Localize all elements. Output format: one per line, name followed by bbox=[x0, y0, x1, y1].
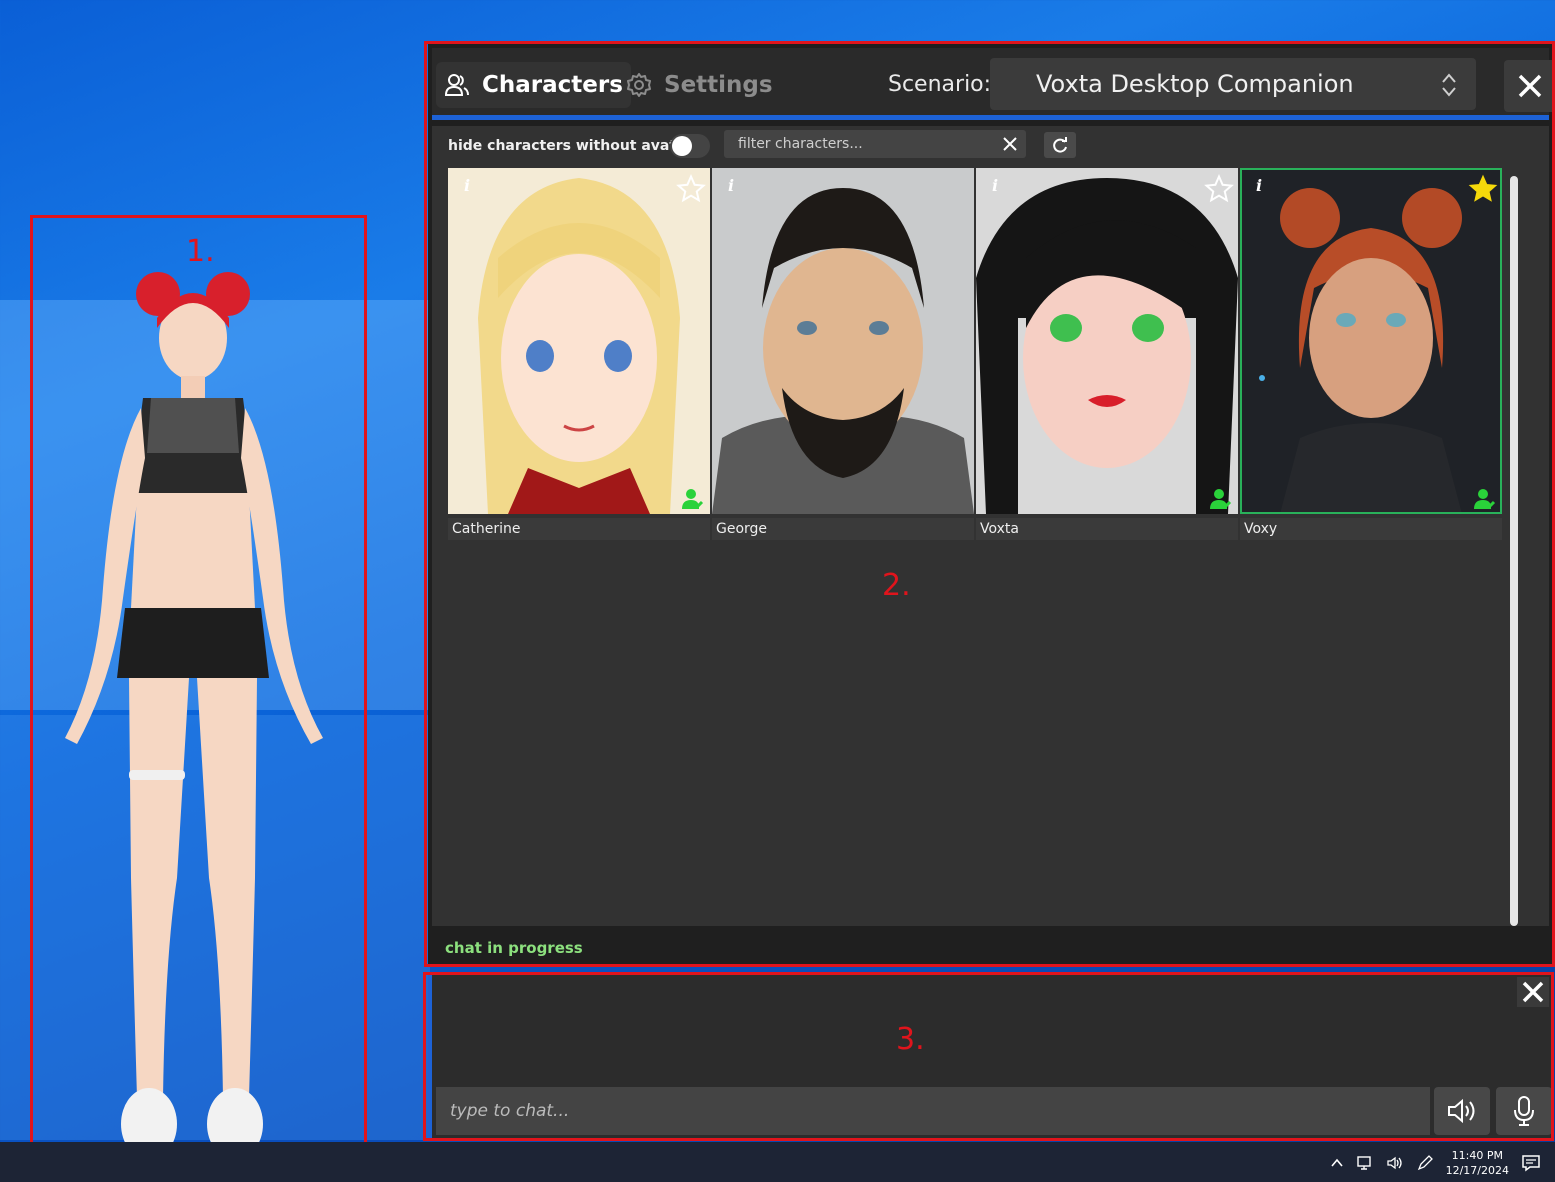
pen-icon[interactable] bbox=[1416, 1154, 1434, 1172]
tab-characters[interactable]: Characters bbox=[436, 62, 631, 108]
hide-without-avatar-label: hide characters without avatar bbox=[448, 138, 693, 154]
system-tray: 11:40 PM 12/17/2024 bbox=[1330, 1148, 1541, 1178]
annotation-label-3: 3. bbox=[896, 1022, 925, 1057]
refresh-button[interactable] bbox=[1044, 132, 1076, 158]
volume-icon[interactable] bbox=[1386, 1155, 1404, 1171]
hide-without-avatar-toggle[interactable] bbox=[670, 134, 710, 158]
avatar-viewport bbox=[33, 218, 364, 1180]
info-icon[interactable]: i bbox=[992, 176, 998, 195]
character-portrait[interactable]: i bbox=[976, 168, 1238, 514]
close-icon bbox=[1003, 137, 1017, 151]
close-window-button[interactable] bbox=[1504, 60, 1555, 112]
microphone-button[interactable] bbox=[1496, 1087, 1552, 1135]
tab-settings[interactable]: Settings bbox=[618, 62, 781, 108]
scenario-value: Voxta Desktop Companion bbox=[1036, 70, 1354, 98]
george-portrait-image bbox=[712, 168, 974, 514]
favorite-star-icon[interactable] bbox=[1204, 174, 1234, 204]
speaker-button[interactable] bbox=[1434, 1087, 1490, 1135]
chat-panel: type to chat... bbox=[428, 975, 1553, 1139]
character-portrait[interactable]: i bbox=[712, 168, 974, 514]
character-card-voxy[interactable]: i Voxy bbox=[1240, 168, 1502, 540]
filter-characters-input[interactable]: filter characters... bbox=[724, 130, 1026, 158]
clock[interactable]: 11:40 PM 12/17/2024 bbox=[1446, 1148, 1509, 1178]
character-card-george[interactable]: i George bbox=[712, 168, 974, 540]
info-icon[interactable]: i bbox=[728, 176, 734, 195]
chat-placeholder: type to chat... bbox=[450, 1101, 570, 1121]
clock-time: 11:40 PM bbox=[1451, 1149, 1503, 1162]
tab-label: Settings bbox=[664, 72, 773, 98]
close-icon bbox=[1522, 981, 1544, 1003]
person-badge-icon bbox=[682, 489, 704, 510]
filter-toolbar: hide characters without avatar bbox=[448, 132, 692, 160]
catherine-portrait-image bbox=[448, 168, 710, 514]
voxy-portrait-image bbox=[1240, 168, 1502, 514]
main-window: Characters Settings Scenario: Voxta Desk… bbox=[428, 44, 1555, 964]
annotation-label-1: 1. bbox=[186, 234, 215, 269]
avatar-figure bbox=[65, 272, 323, 1160]
chat-status: chat in progress bbox=[445, 939, 583, 957]
taskbar: 11:40 PM 12/17/2024 bbox=[0, 1142, 1555, 1182]
chevron-up-icon[interactable] bbox=[1330, 1157, 1344, 1169]
person-badge-icon bbox=[1210, 489, 1232, 510]
favorite-star-filled-icon[interactable] bbox=[1468, 174, 1498, 204]
voxta-portrait-image bbox=[976, 168, 1238, 514]
people-icon bbox=[444, 74, 469, 96]
info-icon[interactable]: i bbox=[464, 176, 470, 195]
scenario-label: Scenario: bbox=[888, 72, 992, 97]
person-badge-icon bbox=[1474, 489, 1496, 510]
window-header: Characters Settings Scenario: Voxta Desk… bbox=[432, 48, 1555, 120]
chat-input[interactable]: type to chat... bbox=[436, 1087, 1430, 1135]
annotation-label-2: 2. bbox=[882, 568, 911, 603]
scenario-select[interactable]: Voxta Desktop Companion bbox=[990, 58, 1476, 110]
toggle-knob bbox=[672, 136, 692, 156]
network-icon[interactable] bbox=[1356, 1155, 1374, 1171]
clear-filter-button[interactable] bbox=[996, 132, 1024, 156]
character-portrait[interactable]: i bbox=[448, 168, 710, 514]
character-card-catherine[interactable]: i Catherine bbox=[448, 168, 710, 540]
speaker-icon bbox=[1448, 1098, 1475, 1124]
refresh-icon bbox=[1053, 137, 1067, 153]
character-name: Catherine bbox=[448, 518, 710, 540]
character-name: Voxy bbox=[1240, 518, 1502, 540]
character-name: George bbox=[712, 518, 974, 540]
character-name: Voxta bbox=[976, 518, 1238, 540]
character-grid: i Catherine i George i Voxta i Voxy bbox=[448, 168, 1508, 888]
characters-panel: hide characters without avatar filter ch… bbox=[432, 126, 1549, 926]
scrollbar[interactable] bbox=[1510, 176, 1518, 926]
info-icon[interactable]: i bbox=[1256, 176, 1262, 195]
gear-icon bbox=[627, 73, 651, 97]
character-card-voxta[interactable]: i Voxta bbox=[976, 168, 1238, 540]
notifications-icon[interactable] bbox=[1521, 1154, 1541, 1172]
filter-placeholder: filter characters... bbox=[738, 136, 863, 152]
favorite-star-icon[interactable] bbox=[676, 174, 706, 204]
clock-date: 12/17/2024 bbox=[1445, 1164, 1509, 1177]
microphone-icon bbox=[1514, 1096, 1534, 1126]
close-icon bbox=[1518, 74, 1542, 98]
character-portrait[interactable]: i bbox=[1240, 168, 1502, 514]
tab-label: Characters bbox=[482, 72, 623, 98]
chevron-updown-icon bbox=[1442, 73, 1456, 97]
close-chat-button[interactable] bbox=[1517, 977, 1549, 1007]
